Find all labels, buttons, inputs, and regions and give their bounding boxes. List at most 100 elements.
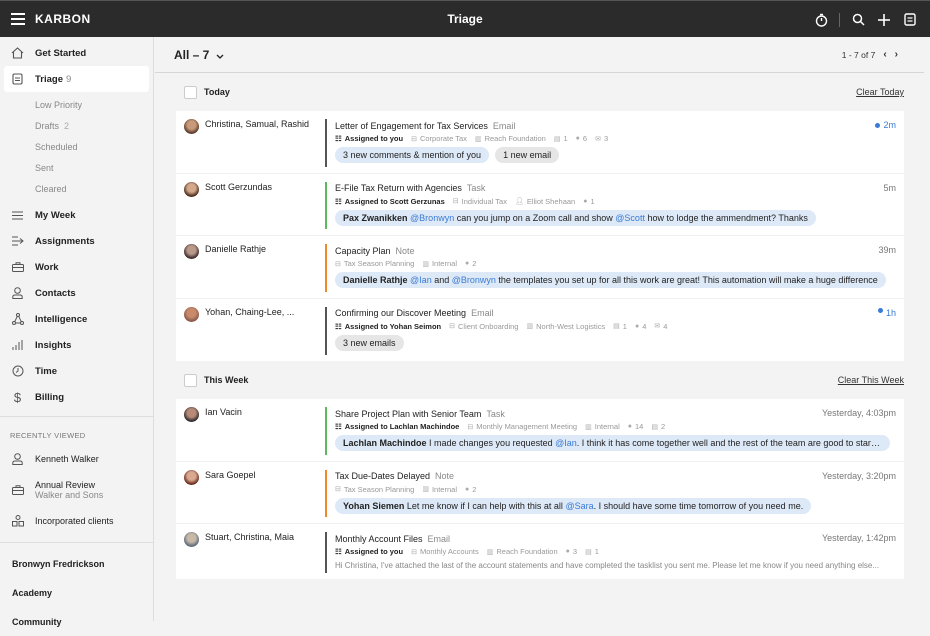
sidebar-link-academy[interactable]: Academy bbox=[0, 578, 153, 607]
mention[interactable]: @Bronwyn bbox=[410, 213, 454, 223]
sidebar-subitem-scheduled[interactable]: Scheduled bbox=[0, 136, 153, 157]
participants: Christina, Samual, Rashid bbox=[205, 119, 310, 129]
timer-icon[interactable] bbox=[813, 12, 829, 28]
recently-viewed-heading: RECENTLY VIEWED bbox=[10, 431, 86, 440]
briefcase-icon: ⊟ bbox=[335, 260, 341, 268]
message-text: can you jump on a Zoom call and show bbox=[454, 212, 616, 223]
sidebar-item-contacts[interactable]: Contacts bbox=[0, 280, 153, 306]
list-item[interactable]: Stuart, Christina, Maia Monthly Account … bbox=[176, 524, 904, 579]
message-text: how to lodge the ammendment? Thanks bbox=[644, 212, 808, 223]
sidebar-item-triage[interactable]: Triage 9 bbox=[4, 66, 149, 92]
assignee: Assigned to you bbox=[344, 547, 404, 556]
triage-icon[interactable] bbox=[902, 12, 918, 28]
task-icon: ▤ bbox=[651, 423, 658, 431]
subitem-label: Low Priority bbox=[35, 99, 83, 110]
activity-chip[interactable]: 3 new comments & mention of you bbox=[335, 147, 490, 163]
sidebar-item-assignments[interactable]: Assignments bbox=[0, 228, 153, 254]
list-item[interactable]: Danielle Rathje Capacity Plan Note ⊟ Tax S… bbox=[176, 236, 904, 299]
timestamp: 2m bbox=[883, 120, 896, 130]
filter-dropdown[interactable]: All – 7 bbox=[174, 48, 224, 62]
sidebar-item-work[interactable]: Work bbox=[0, 254, 153, 280]
search-icon[interactable] bbox=[850, 12, 866, 28]
assignee-icon: ☷ bbox=[335, 134, 342, 143]
assignments-icon bbox=[11, 235, 24, 248]
item-type: Note bbox=[395, 245, 415, 256]
mention[interactable]: @Bronwyn bbox=[452, 275, 496, 285]
comment-icon: ● bbox=[565, 548, 570, 555]
filter-label: All – 7 bbox=[174, 47, 210, 62]
sidebar-item-label: Billing bbox=[35, 391, 65, 403]
task-count: 1 bbox=[563, 134, 568, 143]
item-title: Monthly Account Files bbox=[335, 533, 423, 544]
clear-today-button[interactable]: Clear Today bbox=[856, 87, 904, 97]
organization-icon: ▥ bbox=[585, 423, 592, 431]
avatar bbox=[184, 244, 199, 259]
sidebar-item-my-week[interactable]: My Week bbox=[0, 202, 153, 228]
message-text: . I should have some time tomorrow of yo… bbox=[593, 500, 804, 511]
organization-icon: ▥ bbox=[422, 486, 429, 493]
page-title: Triage bbox=[447, 12, 483, 26]
bar-chart-icon bbox=[11, 339, 24, 352]
item-title: E-File Tax Return with Agencies bbox=[335, 183, 462, 193]
work-item: Tax Season Planning bbox=[343, 259, 415, 268]
participants: Yohan, Chaing-Lee, ... bbox=[205, 306, 295, 317]
sidebar-subitem-cleared[interactable]: Cleared bbox=[0, 178, 153, 199]
sidebar-user-profile[interactable]: Bronwyn Fredrickson bbox=[0, 549, 153, 578]
item-type: Note bbox=[435, 471, 455, 481]
sidebar-subitem-low-priority[interactable]: Low Priority bbox=[0, 94, 153, 115]
recent-item-incorporated-clients[interactable]: Incorporated clients bbox=[0, 508, 153, 534]
activity-chip[interactable]: 1 new email bbox=[495, 147, 560, 163]
item-type: Task bbox=[466, 183, 486, 193]
add-icon[interactable] bbox=[876, 12, 892, 28]
sidebar-item-intelligence[interactable]: Intelligence bbox=[0, 306, 153, 332]
clear-this-week-button[interactable]: Clear This Week bbox=[838, 375, 904, 385]
hamburger-menu-icon[interactable] bbox=[11, 13, 25, 25]
message-chip[interactable]: Pax Zwanikken @Bronwyn can you jump on a… bbox=[335, 209, 816, 226]
recent-item-kenneth-walker[interactable]: Kenneth Walker bbox=[0, 446, 153, 472]
timestamp: 1h bbox=[885, 307, 896, 318]
mention[interactable]: @Ian bbox=[410, 275, 432, 285]
sidebar-subitem-sent[interactable]: Sent bbox=[0, 157, 153, 178]
message-author: Pax Zwanikken bbox=[343, 212, 408, 223]
sidebar-item-time[interactable]: Time bbox=[0, 358, 153, 384]
mention[interactable]: @Ian bbox=[555, 438, 577, 448]
assignee: Assigned to you bbox=[344, 134, 404, 143]
sidebar-item-billing[interactable]: $ Billing bbox=[0, 384, 153, 410]
task-count: 1 bbox=[594, 547, 599, 556]
chevron-left-icon[interactable]: ‹ bbox=[883, 49, 886, 60]
section-header-this-week: This Week Clear This Week bbox=[155, 361, 930, 399]
list-item[interactable]: Christina, Samual, Rashid Letter of Enga… bbox=[176, 111, 904, 174]
section-title: This Week bbox=[204, 375, 249, 385]
list-item[interactable]: Scott Gerzundas E-File Tax Return with A… bbox=[176, 174, 904, 236]
message-chip[interactable]: Danielle Rathje @Ian and @Bronwyn the te… bbox=[335, 272, 886, 288]
contact: Elliot Shehaan bbox=[526, 196, 576, 206]
select-all-today-checkbox[interactable] bbox=[184, 85, 197, 99]
comment-icon: ● bbox=[465, 485, 470, 493]
task-icon: ▤ bbox=[613, 323, 620, 330]
sidebar-item-get-started[interactable]: Get Started bbox=[0, 40, 153, 66]
activity-chip[interactable]: 3 new emails bbox=[335, 334, 404, 351]
recent-item-annual-review[interactable]: Annual Review Walker and Sons bbox=[0, 472, 153, 508]
chevron-right-icon[interactable]: › bbox=[895, 49, 898, 60]
participants: Scott Gerzundas bbox=[205, 181, 273, 192]
sidebar-link-community[interactable]: Community bbox=[0, 607, 153, 636]
list-item[interactable]: Sara Goepel Tax Due-Dates Delayed Note ⊟ T… bbox=[176, 462, 904, 524]
brand-logo: KARBON bbox=[35, 12, 91, 26]
item-title: Tax Due-Dates Delayed bbox=[335, 471, 431, 481]
subitem-label: Sent bbox=[35, 162, 54, 173]
sidebar-item-insights[interactable]: Insights bbox=[0, 332, 153, 358]
client: Internal bbox=[431, 484, 457, 494]
comment-icon: ● bbox=[583, 197, 588, 205]
message-chip[interactable]: Lachlan Machindoe I made changes you req… bbox=[335, 435, 890, 451]
person-icon: 👤︎ bbox=[514, 198, 524, 205]
list-item[interactable]: Yohan, Chaing-Lee, ... Confirming our Di… bbox=[176, 299, 904, 362]
mention[interactable]: @Sara bbox=[565, 501, 593, 511]
mention[interactable]: @Scott bbox=[615, 213, 645, 223]
list-item[interactable]: Ian Vacin Share Project Plan with Senior… bbox=[176, 399, 904, 462]
sidebar-subitem-drafts[interactable]: Drafts 2 bbox=[0, 115, 153, 136]
message-chip[interactable]: Yohan Siemen Let me know if I can help w… bbox=[335, 497, 812, 514]
avatar bbox=[184, 469, 199, 485]
assignee-icon: ☷ bbox=[335, 321, 342, 331]
select-all-this-week-checkbox[interactable] bbox=[184, 373, 197, 387]
participants: Ian Vacin bbox=[205, 407, 242, 417]
